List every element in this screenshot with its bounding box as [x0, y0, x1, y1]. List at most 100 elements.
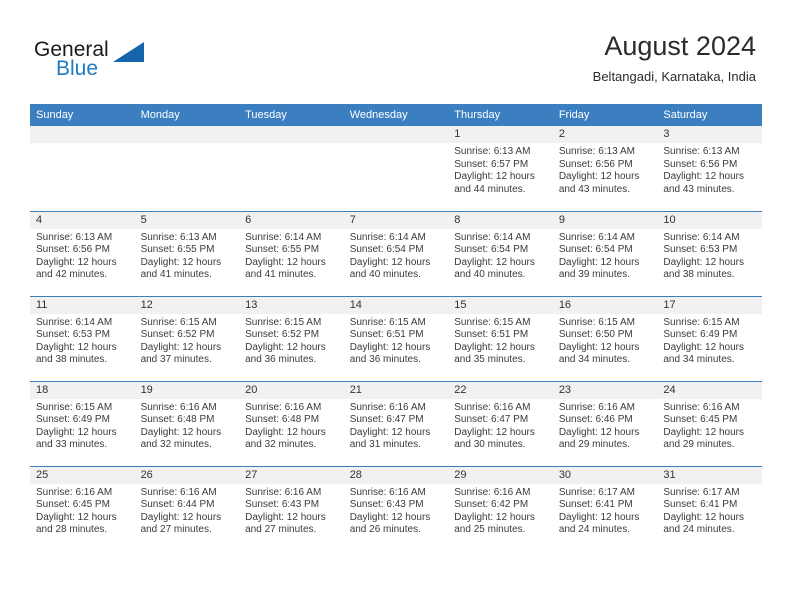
day-number: 7 [343, 211, 449, 229]
sunset-text: Sunset: 6:45 PM [663, 414, 738, 426]
calendar-day-cell[interactable]: 1 Sunrise: 6:13 AM Sunset: 6:57 PM Daylight… [448, 126, 553, 211]
daylight-text-line1: Daylight: 12 hours [36, 426, 117, 438]
calendar-day-cell[interactable]: 10 Sunrise: 6:14 AM Sunset: 6:53 PM Dayligh… [657, 210, 762, 296]
daylight-text-line2: and 25 minutes. [454, 524, 526, 536]
sunrise-text: Sunrise: 6:15 AM [558, 316, 635, 328]
calendar-day-cell[interactable]: 17 Sunrise: 6:15 AM Sunset: 6:49 PM Dayligh… [657, 295, 762, 381]
calendar-day-cell[interactable]: 7 Sunrise: 6:14 AM Sunset: 6:54 PM Daylight… [343, 210, 449, 296]
daylight-text-line1: Daylight: 12 hours [349, 426, 431, 438]
day-cell-inner: 14 Sunrise: 6:15 AM Sunset: 6:51 PM Dayligh… [343, 296, 449, 381]
day-cell-inner: 6 Sunrise: 6:14 AM Sunset: 6:55 PM Daylight… [239, 211, 344, 296]
day-details: Sunrise: 6:14 AM Sunset: 6:53 PM Daylight:… [30, 314, 135, 367]
day-number: 22 [448, 381, 553, 399]
day-cell-inner [134, 126, 240, 211]
calendar-day-cell[interactable]: 4 Sunrise: 6:13 AM Sunset: 6:56 PM Daylight… [30, 210, 135, 296]
day-cell-inner [30, 126, 135, 211]
calendar-day-cell[interactable]: 6 Sunrise: 6:14 AM Sunset: 6:55 PM Daylight… [239, 210, 344, 296]
weekday-header-tuesday: Tuesday [239, 104, 344, 126]
calendar-day-cell[interactable]: 24 Sunrise: 6:16 AM Sunset: 6:45 PM Dayligh… [657, 380, 762, 466]
sunset-text: Sunset: 6:51 PM [454, 329, 529, 341]
day-details: Sunrise: 6:14 AM Sunset: 6:54 PM Daylight:… [553, 229, 658, 282]
calendar-day-cell[interactable]: 12 Sunrise: 6:15 AM Sunset: 6:52 PM Dayligh… [134, 295, 240, 381]
sunrise-text: Sunrise: 6:16 AM [245, 486, 322, 498]
calendar-day-cell[interactable]: 16 Sunrise: 6:15 AM Sunset: 6:50 PM Dayligh… [552, 295, 658, 381]
day-number: 21 [343, 381, 449, 399]
day-number: 19 [134, 381, 240, 399]
day-cell-inner: 24 Sunrise: 6:16 AM Sunset: 6:45 PM Dayligh… [657, 381, 762, 466]
sunset-text: Sunset: 6:52 PM [140, 329, 215, 341]
sunrise-text: Sunrise: 6:16 AM [140, 401, 217, 413]
day-cell-inner: 31 Sunrise: 6:17 AM Sunset: 6:41 PM Dayligh… [657, 466, 762, 552]
calendar-day-cell[interactable]: 27 Sunrise: 6:16 AM Sunset: 6:43 PM Dayligh… [239, 465, 344, 551]
calendar-day-cell[interactable]: 25 Sunrise: 6:16 AM Sunset: 6:45 PM Dayligh… [30, 465, 135, 551]
calendar-day-cell[interactable]: 11 Sunrise: 6:14 AM Sunset: 6:53 PM Dayligh… [30, 295, 135, 381]
calendar-day-cell-empty [30, 126, 135, 211]
daylight-text-line2: and 43 minutes. [558, 183, 630, 195]
day-cell-inner: 20 Sunrise: 6:16 AM Sunset: 6:48 PM Dayligh… [239, 381, 344, 466]
calendar-day-cell[interactable]: 26 Sunrise: 6:16 AM Sunset: 6:44 PM Dayligh… [134, 465, 240, 551]
sunrise-text: Sunrise: 6:13 AM [663, 146, 740, 157]
daylight-text-line1: Daylight: 12 hours [140, 341, 222, 353]
daylight-text-line1: Daylight: 12 hours [245, 426, 326, 438]
sunset-text: Sunset: 6:48 PM [245, 414, 320, 426]
calendar-day-cell[interactable]: 3 Sunrise: 6:13 AM Sunset: 6:56 PM Daylight… [657, 126, 762, 211]
calendar-day-cell[interactable]: 29 Sunrise: 6:16 AM Sunset: 6:42 PM Dayligh… [448, 465, 553, 552]
day-number: 17 [657, 296, 762, 314]
daylight-text-line1: Daylight: 12 hours [349, 341, 431, 353]
sunrise-text: Sunrise: 6:16 AM [558, 401, 635, 413]
calendar-day-cell[interactable]: 18 Sunrise: 6:15 AM Sunset: 6:49 PM Dayligh… [30, 380, 135, 466]
daylight-text-line2: and 28 minutes. [36, 524, 108, 536]
day-details: Sunrise: 6:16 AM Sunset: 6:48 PM Daylight:… [239, 399, 344, 452]
weekday-header-row: Sunday Monday Tuesday Wednesday Thursday… [30, 104, 762, 126]
calendar-day-cell-empty [343, 126, 449, 211]
calendar-day-cell[interactable]: 20 Sunrise: 6:16 AM Sunset: 6:48 PM Dayligh… [239, 380, 344, 466]
day-number [134, 126, 240, 143]
daylight-text-line1: Daylight: 12 hours [349, 511, 431, 523]
sunset-text: Sunset: 6:42 PM [454, 499, 529, 511]
calendar-day-cell[interactable]: 19 Sunrise: 6:16 AM Sunset: 6:48 PM Dayligh… [134, 380, 240, 466]
day-number: 25 [30, 466, 135, 484]
sunrise-text: Sunrise: 6:15 AM [36, 401, 113, 413]
day-number: 13 [239, 296, 344, 314]
day-number: 23 [552, 381, 658, 399]
page-header: General Blue August 2024 Beltangadi, Kar… [0, 0, 792, 100]
day-cell-inner: 15 Sunrise: 6:15 AM Sunset: 6:51 PM Dayligh… [448, 296, 553, 381]
sunrise-text: Sunrise: 6:16 AM [454, 401, 531, 413]
daylight-text-line2: and 35 minutes. [454, 354, 526, 366]
calendar-day-cell[interactable]: 13 Sunrise: 6:15 AM Sunset: 6:52 PM Dayligh… [239, 295, 344, 381]
day-details: Sunrise: 6:16 AM Sunset: 6:42 PM Daylight:… [448, 484, 553, 537]
calendar-day-cell[interactable]: 8 Sunrise: 6:14 AM Sunset: 6:54 PM Daylight… [448, 210, 553, 296]
daylight-text-line1: Daylight: 12 hours [245, 511, 326, 523]
daylight-text-line1: Daylight: 12 hours [558, 171, 640, 183]
sunset-text: Sunset: 6:56 PM [36, 244, 110, 256]
calendar-day-cell[interactable]: 22 Sunrise: 6:16 AM Sunset: 6:47 PM Dayligh… [448, 380, 553, 466]
day-cell-inner: 3 Sunrise: 6:13 AM Sunset: 6:56 PM Daylight… [657, 126, 762, 211]
sunset-text: Sunset: 6:47 PM [454, 414, 529, 426]
daylight-text-line1: Daylight: 12 hours [663, 171, 744, 183]
day-details: Sunrise: 6:13 AM Sunset: 6:57 PM Daylight:… [448, 143, 553, 196]
calendar-day-cell[interactable]: 21 Sunrise: 6:16 AM Sunset: 6:47 PM Dayligh… [343, 380, 449, 466]
day-number: 24 [657, 381, 762, 399]
daylight-text-line2: and 34 minutes. [663, 354, 735, 366]
day-cell-inner: 11 Sunrise: 6:14 AM Sunset: 6:53 PM Dayligh… [30, 296, 135, 381]
weekday-header-friday: Friday [552, 104, 658, 126]
calendar-day-cell[interactable]: 5 Sunrise: 6:13 AM Sunset: 6:55 PM Daylight… [134, 210, 240, 296]
day-cell-inner: 29 Sunrise: 6:16 AM Sunset: 6:42 PM Dayligh… [448, 466, 553, 552]
sunset-text: Sunset: 6:41 PM [558, 499, 633, 511]
calendar-day-cell[interactable]: 15 Sunrise: 6:15 AM Sunset: 6:51 PM Dayligh… [448, 295, 553, 381]
general-blue-logo[interactable]: General Blue [34, 38, 214, 84]
weekday-header-saturday: Saturday [657, 104, 762, 126]
calendar-day-cell[interactable]: 9 Sunrise: 6:14 AM Sunset: 6:54 PM Daylight… [552, 210, 658, 296]
calendar-day-cell[interactable]: 23 Sunrise: 6:16 AM Sunset: 6:46 PM Dayligh… [552, 380, 658, 466]
day-details: Sunrise: 6:14 AM Sunset: 6:55 PM Daylight:… [239, 229, 344, 282]
sunrise-text: Sunrise: 6:16 AM [245, 401, 322, 413]
day-number: 2 [552, 126, 658, 143]
calendar-day-cell[interactable]: 2 Sunrise: 6:13 AM Sunset: 6:56 PM Daylight… [552, 126, 658, 211]
calendar-day-cell[interactable]: 14 Sunrise: 6:15 AM Sunset: 6:51 PM Dayligh… [343, 295, 449, 381]
calendar-day-cell[interactable]: 28 Sunrise: 6:16 AM Sunset: 6:43 PM Dayligh… [343, 465, 449, 551]
sunset-text: Sunset: 6:56 PM [558, 158, 633, 170]
sunset-text: Sunset: 6:53 PM [36, 329, 110, 341]
calendar-day-cell[interactable]: 31 Sunrise: 6:17 AM Sunset: 6:41 PM Dayligh… [657, 465, 762, 552]
calendar-day-cell[interactable]: 30 Sunrise: 6:17 AM Sunset: 6:41 PM Dayligh… [552, 465, 658, 551]
daylight-text-line2: and 36 minutes. [245, 354, 317, 366]
